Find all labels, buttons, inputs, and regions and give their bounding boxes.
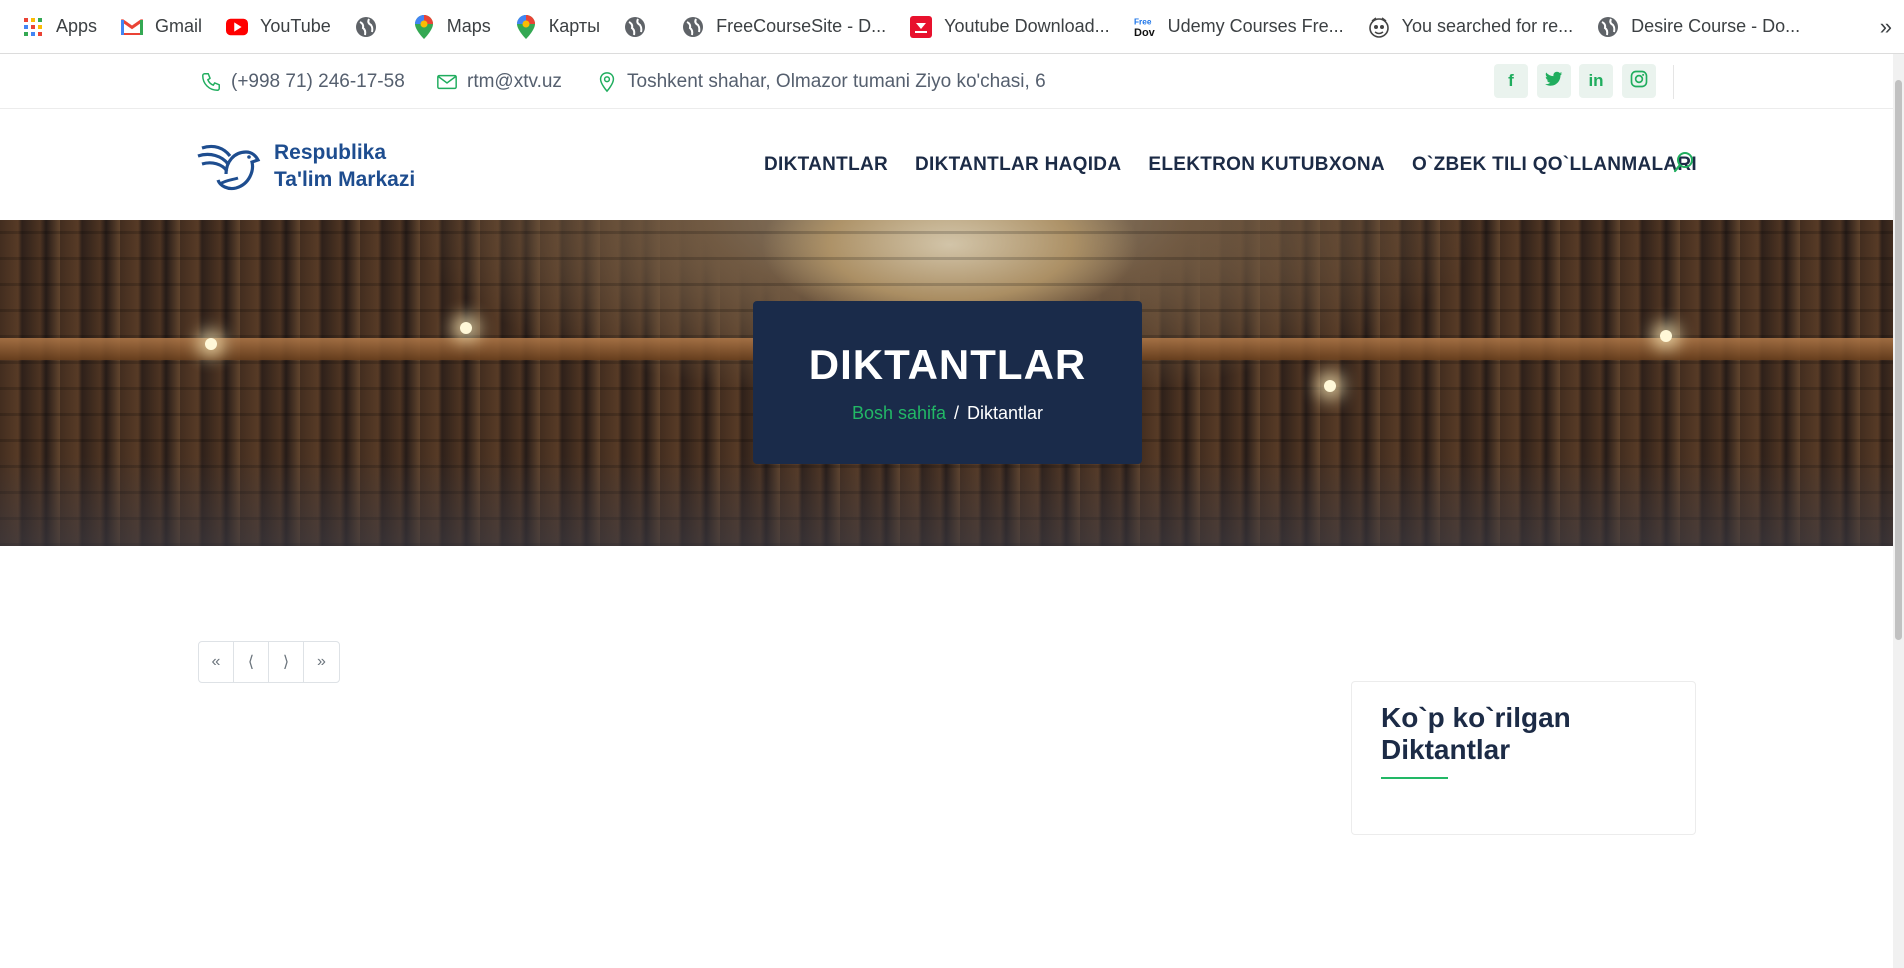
bookmark-label: You searched for re... — [1401, 16, 1574, 36]
bookmark-label: Desire Course - Do... — [1631, 16, 1801, 36]
hero-lamp — [1324, 380, 1336, 392]
search-icon — [1673, 152, 1695, 177]
instagram-icon — [1630, 70, 1648, 93]
contact-email[interactable]: rtm@xtv.uz — [436, 55, 562, 109]
globe-icon — [682, 16, 704, 38]
logo-line-1: Respublika — [274, 140, 387, 164]
pagination-next-button[interactable]: ⟩ — [269, 642, 304, 682]
globe-icon — [624, 16, 646, 38]
twitter-button[interactable] — [1536, 64, 1571, 98]
nav-item-diktantlar-haqida[interactable]: DIKTANTLAR HAQIDA — [915, 154, 1121, 176]
svg-text:Dov: Dov — [1134, 27, 1156, 39]
facebook-button[interactable]: f — [1494, 64, 1528, 98]
widget-title: Ko`p ko`rilgan Diktantlar — [1381, 702, 1571, 766]
nav-item-diktantlar[interactable]: DIKTANTLAR — [764, 154, 888, 176]
bookmark-label: FreeCourseSite - D... — [716, 16, 887, 36]
dove-logo-icon — [196, 134, 262, 197]
site-header: Respublika Ta'lim Markazi DIKTANTLAR DIK… — [0, 110, 1893, 220]
youtube-icon — [226, 16, 249, 38]
free-download-icon: Free Dov — [1134, 16, 1156, 39]
scrollbar-thumb[interactable] — [1895, 80, 1902, 640]
hero-lamp — [460, 322, 472, 334]
breadcrumb: Bosh sahifa / Diktantlar — [753, 403, 1142, 424]
topbar-divider — [1673, 65, 1674, 99]
address-text: Toshkent shahar, Olmazor tumani Ziyo ko'… — [627, 71, 1046, 92]
pagination-prev-button[interactable]: ⟨ — [234, 642, 269, 682]
page-hero-banner: DIKTANTLAR Bosh sahifa / Diktantlar — [0, 220, 1893, 546]
linkedin-icon: in — [1588, 71, 1604, 90]
nav-item-ozbek-tili-qollanmalari[interactable]: O`ZBEK TILI QO`LLANMALARI — [1412, 154, 1697, 176]
bookmark-label: Youtube Download... — [944, 16, 1110, 36]
breadcrumb-home-link[interactable]: Bosh sahifa — [852, 403, 946, 423]
bookmark-karty[interactable]: Карты — [515, 10, 600, 44]
nav-item-elektron-kutubxona[interactable]: ELEKTRON KUTUBXONA — [1148, 154, 1385, 176]
bookmark-you-searched[interactable]: You searched for re... — [1368, 10, 1573, 44]
maps-pin-icon — [413, 14, 435, 39]
contact-address: Toshkent shahar, Olmazor tumani Ziyo ko'… — [596, 55, 1046, 109]
facebook-icon: f — [1508, 71, 1514, 90]
popular-dictations-widget: Ko`p ko`rilgan Diktantlar — [1351, 681, 1696, 835]
main-nav: DIKTANTLAR DIKTANTLAR HAQIDA ELEKTRON KU… — [764, 110, 1724, 220]
bookmarks-overflow-button[interactable]: » — [1880, 14, 1892, 40]
pagination-first-button[interactable]: « — [199, 642, 234, 682]
logo-wordmark: Respublika Ta'lim Markazi — [274, 139, 415, 193]
globe-icon — [355, 16, 377, 38]
site-logo-icon — [1368, 16, 1390, 38]
hero-background-floor — [0, 456, 1893, 546]
contact-topbar: (+998 71) 246-17-58 rtm@xtv.uz Toshkent … — [0, 55, 1893, 109]
bookmark-label: Udemy Courses Fre... — [1167, 16, 1344, 36]
breadcrumb-separator: / — [954, 403, 960, 423]
logo-line-2: Ta'lim Markazi — [274, 167, 416, 191]
hero-lamp — [205, 338, 217, 350]
instagram-button[interactable] — [1621, 64, 1656, 98]
svg-text:Free: Free — [1134, 17, 1152, 26]
bookmark-freecoursesite[interactable]: FreeCourseSite - D... — [682, 10, 886, 44]
bookmark-youtube[interactable]: YouTube — [226, 10, 331, 44]
bookmark-gmail[interactable]: Gmail — [121, 10, 202, 44]
search-button[interactable] — [1673, 151, 1699, 177]
bookmark-globe-2[interactable] — [624, 10, 658, 44]
hero-title-box: DIKTANTLAR Bosh sahifa / Diktantlar — [753, 301, 1142, 464]
phone-icon — [200, 71, 222, 93]
bookmark-udemy-courses[interactable]: Free Dov Udemy Courses Fre... — [1134, 10, 1344, 44]
bookmark-label: Maps — [446, 16, 491, 36]
bookmark-label: Apps — [56, 16, 98, 36]
phone-text: (+998 71) 246-17-58 — [231, 71, 405, 92]
page-title: DIKTANTLAR — [808, 341, 1087, 388]
maps-pin-icon — [515, 14, 537, 39]
bookmark-globe-1[interactable] — [355, 10, 389, 44]
breadcrumb-current: Diktantlar — [967, 403, 1044, 423]
bookmark-apps[interactable]: Apps — [22, 10, 97, 44]
bookmark-maps[interactable]: Maps — [413, 10, 491, 44]
widget-title-line-2: Diktantlar — [1381, 734, 1511, 765]
bookmark-label: Карты — [548, 16, 601, 36]
linkedin-button[interactable]: in — [1579, 64, 1613, 98]
page-scrollbar[interactable] — [1893, 54, 1904, 968]
mail-icon — [436, 71, 458, 93]
globe-icon — [1597, 16, 1619, 38]
hero-lamp — [1660, 330, 1672, 342]
widget-title-underline — [1381, 777, 1448, 779]
gmail-icon — [121, 16, 144, 38]
pagination-last-button[interactable]: » — [304, 642, 339, 682]
download-icon — [910, 15, 933, 38]
location-pin-icon — [596, 71, 618, 93]
contact-phone[interactable]: (+998 71) 246-17-58 — [200, 55, 405, 109]
bookmark-label: Gmail — [155, 16, 203, 36]
site-logo[interactable]: Respublika Ta'lim Markazi — [196, 134, 415, 197]
bookmark-youtube-downloader[interactable]: Youtube Download... — [910, 10, 1110, 44]
bookmarks-bar: Apps Gmail YouTube Maps Карты FreeCourse… — [0, 0, 1904, 54]
email-text: rtm@xtv.uz — [467, 71, 562, 92]
bookmark-desire-course[interactable]: Desire Course - Do... — [1597, 10, 1800, 44]
pagination: « ⟨ ⟩ » — [198, 641, 340, 683]
social-links: f in — [1494, 64, 1664, 98]
widget-title-line-1: Ko`p ko`rilgan — [1381, 702, 1571, 733]
twitter-icon — [1544, 71, 1563, 92]
apps-grid-icon — [22, 16, 44, 38]
bookmark-label: YouTube — [260, 16, 331, 36]
